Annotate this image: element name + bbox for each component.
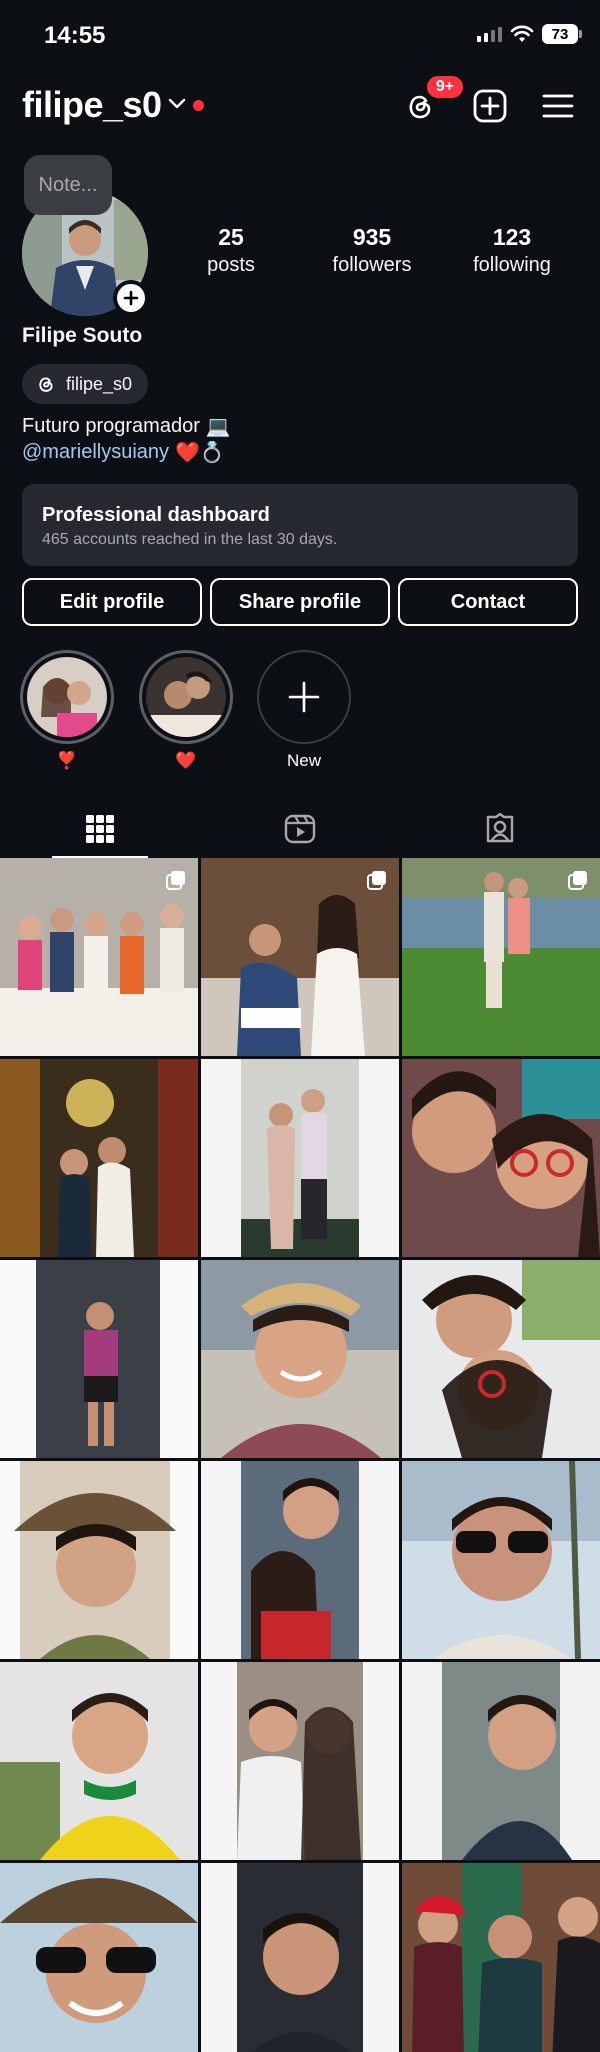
threads-badge: 9+ [425,74,465,100]
followers-label: followers [332,254,412,276]
account-switcher[interactable]: filipe_s0 [22,84,162,126]
threads-handle: filipe_s0 [66,373,133,394]
create-button[interactable] [470,86,510,126]
post-thumbnail[interactable] [201,858,399,1056]
edit-profile-button[interactable]: Edit profile [22,578,202,626]
chevron-down-icon[interactable] [168,98,186,110]
contact-button[interactable]: Contact [398,578,578,626]
post-thumbnail[interactable] [201,1260,399,1458]
following-number: 123 [492,224,532,250]
post-thumbnail[interactable] [201,1662,399,1860]
threads-profile-chip[interactable]: filipe_s0 [22,364,149,404]
post-thumbnail[interactable] [201,1059,399,1257]
cellular-signal-icon [477,26,502,42]
post-thumbnail[interactable] [402,1260,600,1458]
dashboard-title: Professional dashboard [42,504,270,526]
post-thumbnail[interactable] [0,1662,198,1860]
bio-line-1: Futuro programador 💻 [22,414,231,439]
new-highlight-circle [257,650,351,744]
story-highlight[interactable]: ❤️ [139,650,233,772]
new-highlight-button[interactable]: New [257,650,351,772]
full-name: Filipe Souto [22,324,143,347]
highlight-cover [27,657,107,737]
post-thumbnail[interactable] [201,1461,399,1659]
following-count[interactable]: 123 following [442,224,582,277]
professional-dashboard[interactable]: Professional dashboard 465 accounts reac… [22,484,578,566]
bio-emoji-heart-ring: ❤️💍 [175,442,225,464]
hamburger-menu-icon [542,94,574,118]
tab-tagged[interactable] [400,800,600,858]
carousel-icon [367,871,386,890]
post-thumbnail[interactable] [402,1662,600,1860]
carousel-icon [568,871,587,890]
highlight-label: ❣️ [56,751,78,770]
post-thumbnail[interactable] [0,1059,198,1257]
profile-tabs [0,800,600,858]
followers-count[interactable]: 935 followers [302,224,442,277]
notification-dot [193,100,204,111]
highlight-label: New [286,751,321,770]
status-bar: 14:55 73 [0,0,600,68]
post-thumbnail[interactable] [201,1863,399,2052]
add-story-button[interactable] [113,280,149,316]
highlight-label: ❤️ [175,751,197,770]
post-thumbnail[interactable] [0,1461,198,1659]
post-thumbnail[interactable] [402,858,600,1056]
followers-number: 935 [352,224,392,250]
dashboard-subtitle: 465 accounts reached in the last 30 days… [42,531,338,548]
tab-reels[interactable] [200,800,400,858]
tab-posts[interactable] [0,800,200,858]
story-highlight[interactable]: ❣️ [20,650,114,772]
menu-button[interactable] [538,86,578,126]
status-icons: 73 [477,24,582,44]
following-label: following [473,254,551,276]
bio-emoji-laptop: 💻 [205,416,231,438]
share-profile-button[interactable]: Share profile [210,578,390,626]
threads-icon [39,377,53,392]
post-thumbnail[interactable] [402,1461,600,1659]
post-thumbnail[interactable] [402,1059,600,1257]
profile-header: filipe_s0 9+ [0,74,600,132]
plus-icon [123,290,139,306]
carousel-icon [166,871,185,890]
posts-label: posts [207,254,255,276]
bio-text: Futuro programador [22,415,200,437]
reels-icon [284,814,316,844]
highlight-cover [146,657,226,737]
post-thumbnail[interactable] [0,1863,198,2052]
tagged-icon [486,813,514,843]
highlight-ring [139,650,233,744]
bio-mention-link[interactable]: @mariellysuiany [22,441,169,464]
plus-icon [288,681,320,713]
post-thumbnail[interactable] [0,858,198,1056]
highlight-ring [20,650,114,744]
status-time: 14:55 [44,22,106,49]
note-bubble[interactable]: Note... [24,155,112,215]
wifi-icon [510,25,534,42]
plus-square-icon [473,89,507,123]
grid-icon [86,815,114,843]
bio-line-2: @mariellysuiany ❤️💍 [22,440,225,465]
posts-number: 25 [218,224,244,250]
post-thumbnail[interactable] [402,1863,600,2052]
posts-count[interactable]: 25 posts [161,224,301,277]
post-thumbnail[interactable] [0,1260,198,1458]
battery-icon: 73 [542,24,582,44]
